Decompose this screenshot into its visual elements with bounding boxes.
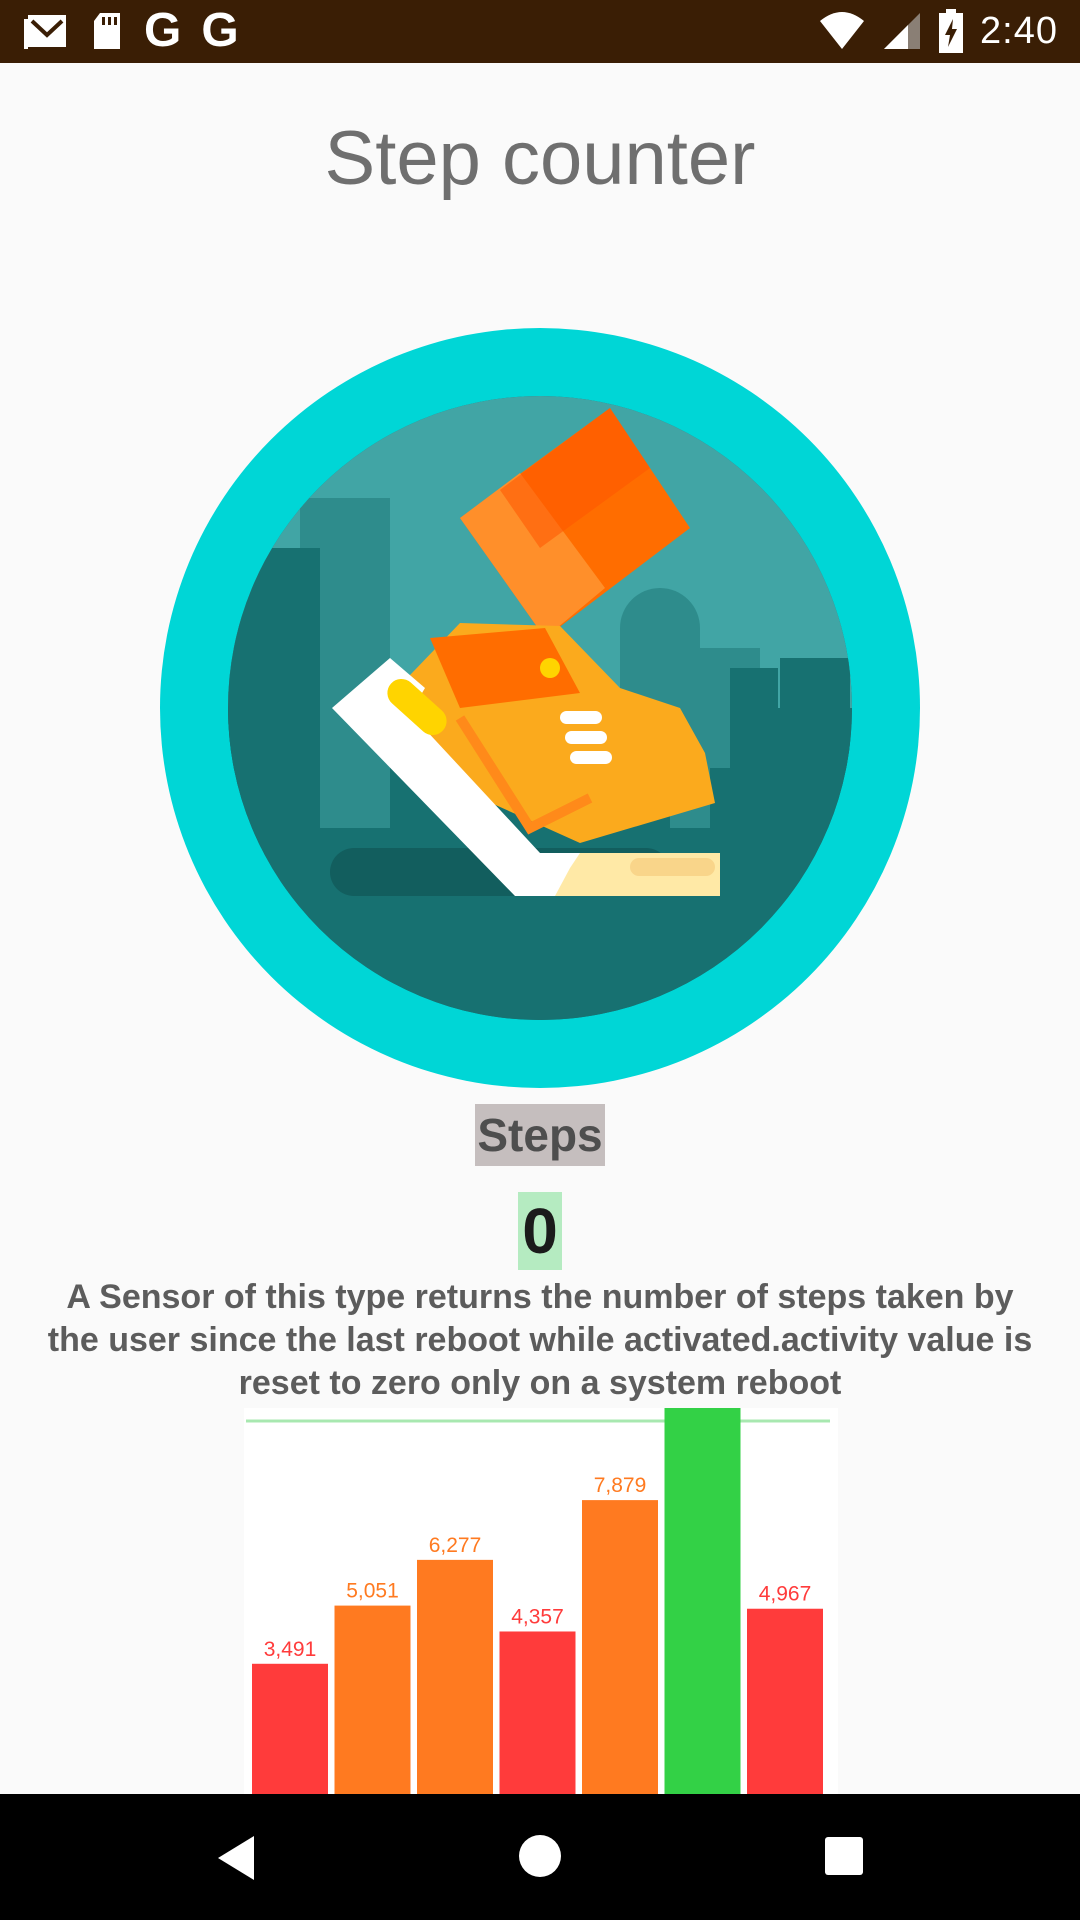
steps-bar-chart: 3,4915,0516,2774,3577,87911,0474,967 — [244, 1408, 838, 1794]
home-icon[interactable] — [518, 1834, 562, 1878]
chart-data-label: 4,357 — [511, 1605, 564, 1628]
clock: 2:40 — [980, 9, 1058, 52]
status-bar: G G 2:40 — [0, 0, 1080, 63]
google-g-icon: G — [201, 4, 239, 57]
chart-bar — [582, 1500, 658, 1794]
chart-data-label: 7,879 — [594, 1474, 647, 1497]
navigation-bar — [0, 1794, 1080, 1920]
chart-bar — [499, 1631, 576, 1794]
page-title: Step counter — [324, 116, 756, 201]
sd-card-icon — [94, 13, 120, 49]
chart-svg: 3,4915,0516,2774,3577,87911,0474,967 — [246, 1408, 830, 1794]
chart-bar — [747, 1608, 823, 1794]
wifi-icon — [820, 12, 865, 49]
sensor-description: A Sensor of this type returns the number… — [47, 1278, 1033, 1402]
chart-bar — [252, 1663, 328, 1794]
chart-data-label: 5,051 — [346, 1580, 399, 1603]
steps-value-row: 0 — [0, 1192, 1080, 1270]
google-g-icon: G — [144, 4, 182, 57]
shoe-walking-illustration — [160, 328, 920, 1088]
chart-bar — [334, 1605, 411, 1794]
chart-bar — [664, 1408, 741, 1794]
chart-data-label: 3,491 — [264, 1638, 317, 1661]
steps-label: Steps — [475, 1104, 605, 1166]
recents-icon[interactable] — [824, 1836, 864, 1876]
chart-data-label: 4,967 — [759, 1583, 812, 1606]
back-icon[interactable] — [214, 1834, 258, 1882]
steps-count: 0 — [518, 1192, 562, 1270]
chart-data-label: 6,277 — [429, 1534, 482, 1557]
gmail-icon — [24, 15, 66, 49]
chart-bar — [417, 1559, 493, 1794]
battery-charging-icon — [939, 9, 964, 53]
steps-label-row: Steps — [0, 1104, 1080, 1166]
cell-signal-icon — [884, 13, 921, 49]
